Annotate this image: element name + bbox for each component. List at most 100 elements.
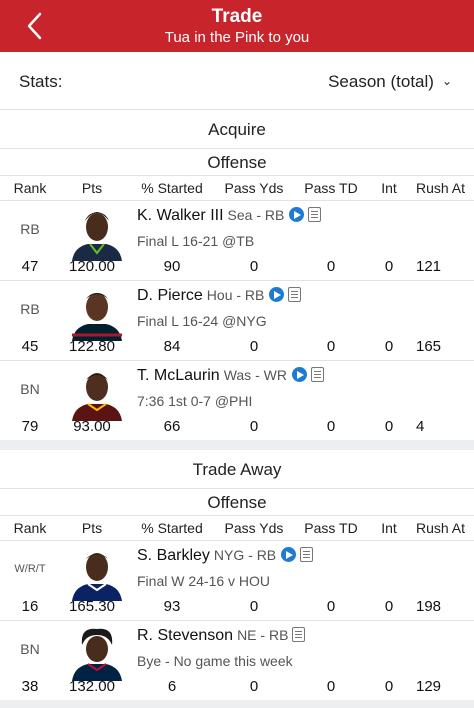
stat-pts: 122.80 — [69, 338, 115, 355]
stat-pts: 120.00 — [69, 258, 115, 275]
stat-int: 0 — [384, 258, 394, 275]
player-notes-icon[interactable] — [292, 627, 306, 642]
player-name-line[interactable]: S. Barkley NYG - RB — [137, 547, 314, 565]
stat-pass-yds: 0 — [249, 258, 259, 275]
stats-selector-bar: Stats: Season (total) ⌄ — [0, 52, 474, 110]
video-play-icon[interactable] — [269, 287, 285, 302]
stat-row: 79 93.00 66 0 0 0 4 — [0, 416, 474, 438]
player-headshot — [66, 283, 128, 341]
stat-pts: 93.00 — [73, 418, 111, 435]
player-name[interactable]: K. Walker III — [137, 207, 224, 224]
divider — [0, 148, 474, 149]
col-pts: Pts — [81, 520, 103, 536]
stat-pass-yds: 0 — [249, 338, 259, 355]
chevron-down-icon: ⌄ — [441, 74, 452, 88]
stats-label: Stats: — [19, 72, 63, 91]
stat-started: 6 — [167, 678, 177, 695]
game-status: Final L 16-24 @NYG — [137, 313, 267, 329]
player-team-pos: NYG - RB — [213, 547, 277, 563]
col-pass-yds: Pass Yds — [224, 520, 284, 536]
player-name-line[interactable]: D. Pierce Hou - RB — [137, 287, 302, 305]
section-separator — [0, 440, 474, 450]
stat-row: 16 165.30 93 0 0 0 198 — [0, 596, 474, 618]
player-team-pos: Sea - RB — [227, 207, 285, 223]
stat-rank: 47 — [21, 258, 39, 275]
player-notes-icon[interactable] — [308, 207, 322, 222]
divider — [0, 488, 474, 489]
app-header: Trade Tua in the Pink to you — [0, 0, 474, 52]
player-name-line[interactable]: K. Walker III Sea - RB — [137, 207, 322, 225]
player-headshot — [66, 203, 128, 261]
section-separator — [0, 700, 474, 708]
player-team-pos: Was - WR — [223, 367, 287, 383]
column-header-row: Rank Pts % Started Pass Yds Pass TD Int … — [0, 176, 474, 200]
roster-slot: RB — [20, 221, 40, 237]
game-status: Final L 16-21 @TB — [137, 233, 255, 249]
acquire-group-title: Offense — [207, 153, 267, 172]
player-team-pos: Hou - RB — [206, 287, 265, 303]
trade-away-section-title: Trade Away — [192, 460, 282, 479]
roster-slot: BN — [20, 381, 40, 397]
player-name[interactable]: D. Pierce — [137, 287, 203, 304]
roster-slot: W/R/T — [14, 563, 46, 575]
stat-started: 66 — [163, 418, 181, 435]
player-notes-icon[interactable] — [300, 547, 314, 562]
col-rank: Rank — [13, 520, 47, 536]
video-play-icon[interactable] — [291, 367, 307, 382]
video-play-icon[interactable] — [281, 547, 297, 562]
stat-rank: 16 — [21, 598, 39, 615]
stat-row: 38 132.00 6 0 0 0 129 — [0, 676, 474, 698]
column-header-row: Rank Pts % Started Pass Yds Pass TD Int … — [0, 516, 474, 540]
col-rush-att: Rush At — [416, 180, 466, 196]
player-name[interactable]: R. Stevenson — [137, 627, 233, 644]
col-started: % Started — [141, 520, 203, 536]
player-name-line[interactable]: T. McLaurin Was - WR — [137, 367, 324, 385]
player-team-pos: NE - RB — [237, 627, 289, 643]
col-pass-yds: Pass Yds — [224, 180, 284, 196]
stat-rank: 79 — [21, 418, 39, 435]
video-play-icon[interactable] — [289, 207, 305, 222]
acquire-section-title: Acquire — [208, 120, 266, 139]
game-status: Bye - No game this week — [137, 653, 293, 669]
stat-int: 0 — [384, 338, 394, 355]
stat-int: 0 — [384, 678, 394, 695]
stat-pass-yds: 0 — [249, 678, 259, 695]
col-pts: Pts — [81, 180, 103, 196]
season-dropdown-value: Season (total) — [328, 72, 434, 91]
roster-slot: RB — [20, 301, 40, 317]
stat-pass-yds: 0 — [249, 598, 259, 615]
stat-pass-yds: 0 — [249, 418, 259, 435]
stat-rush-att: 198 — [416, 598, 442, 615]
col-pass-td: Pass TD — [304, 180, 358, 196]
player-headshot — [66, 543, 128, 601]
player-notes-icon[interactable] — [288, 287, 302, 302]
stat-int: 0 — [384, 598, 394, 615]
stat-rush-att: 165 — [416, 338, 442, 355]
player-notes-icon[interactable] — [310, 367, 324, 382]
player-name[interactable]: T. McLaurin — [137, 367, 220, 384]
stat-pass-td: 0 — [326, 258, 336, 275]
col-int: Int — [381, 180, 397, 196]
col-rush-att: Rush At — [416, 520, 466, 536]
stat-rush-att: 129 — [416, 678, 442, 695]
stat-rush-att: 4 — [416, 418, 425, 435]
col-pass-td: Pass TD — [304, 520, 358, 536]
player-name-line[interactable]: R. Stevenson NE - RB — [137, 627, 306, 645]
stat-pass-td: 0 — [326, 678, 336, 695]
col-started: % Started — [141, 180, 203, 196]
game-status: Final W 24-16 v HOU — [137, 573, 271, 589]
stat-pts: 132.00 — [69, 678, 115, 695]
season-dropdown[interactable]: Season (total) ⌄ — [328, 72, 452, 92]
player-headshot — [66, 623, 128, 681]
game-status: 7:36 1st 0-7 @PHI — [137, 393, 253, 409]
stat-rank: 45 — [21, 338, 39, 355]
stat-pass-td: 0 — [326, 338, 336, 355]
trade-away-group-title: Offense — [207, 493, 267, 512]
stat-rush-att: 121 — [416, 258, 442, 275]
stat-pass-td: 0 — [326, 598, 336, 615]
stat-pass-td: 0 — [326, 418, 336, 435]
stat-int: 0 — [384, 418, 394, 435]
page-title: Trade — [211, 6, 263, 27]
stat-started: 84 — [163, 338, 181, 355]
player-name[interactable]: S. Barkley — [137, 547, 210, 564]
